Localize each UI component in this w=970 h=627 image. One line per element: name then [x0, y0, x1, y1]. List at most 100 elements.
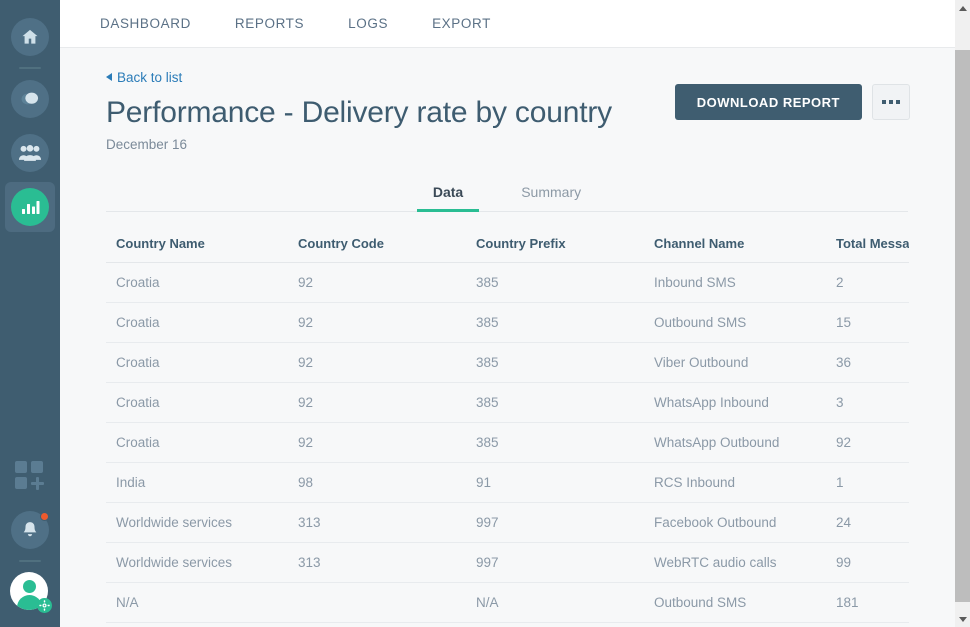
cell-country-name: Worldwide services	[106, 543, 288, 583]
cell-channel-name: Outbound SMS	[644, 303, 826, 343]
main-area: DASHBOARD REPORTS LOGS EXPORT Back to li…	[60, 0, 970, 627]
table-row[interactable]: India 98 91 RCS Inbound 1	[106, 463, 909, 503]
table-row[interactable]: Croatia 92 385 Outbound SMS 15	[106, 303, 909, 343]
cell-country-name: Worldwide services	[106, 503, 288, 543]
cell-total-messages: 3	[826, 383, 909, 423]
sidebar-item-apps[interactable]	[5, 451, 55, 501]
cell-country-name: Croatia	[106, 343, 288, 383]
cell-country-prefix: 385	[466, 303, 644, 343]
cell-country-name: India	[106, 463, 288, 503]
cell-total-messages: 99	[826, 543, 909, 583]
col-total-messages[interactable]: Total Messa	[826, 224, 909, 263]
cell-country-prefix: 385	[466, 343, 644, 383]
cell-total-messages: 1	[826, 463, 909, 503]
cell-channel-name: Inbound SMS	[644, 263, 826, 303]
cell-channel-name: Viber Outbound	[644, 343, 826, 383]
sidebar-item-contacts[interactable]	[5, 128, 55, 178]
table-row[interactable]: Croatia 92 385 WhatsApp Outbound 92	[106, 423, 909, 463]
app-root: DASHBOARD REPORTS LOGS EXPORT Back to li…	[0, 0, 970, 627]
sidebar-item-notifications[interactable]	[5, 505, 55, 555]
sidebar-item-account[interactable]	[5, 567, 55, 617]
dot-3	[896, 100, 900, 104]
chat-bubble-icon	[11, 80, 49, 118]
col-country-code[interactable]: Country Code	[288, 224, 466, 263]
table-body: Croatia 92 385 Inbound SMS 2 Croatia 92 …	[106, 263, 909, 627]
cell-country-code: 313	[288, 543, 466, 583]
table-head: Country Name Country Code Country Prefix…	[106, 224, 909, 263]
sidebar-item-conversations[interactable]	[5, 74, 55, 124]
cell-country-name: Croatia	[106, 423, 288, 463]
gear-icon	[37, 598, 52, 613]
cell-country-name: N/A	[106, 623, 288, 627]
table-row[interactable]: Worldwide services 313 997 WebRTC audio …	[106, 543, 909, 583]
topnav-item-dashboard[interactable]: DASHBOARD	[100, 16, 191, 31]
chevron-left-icon	[106, 73, 112, 81]
col-channel-name[interactable]: Channel Name	[644, 224, 826, 263]
page-content: Back to list Performance - Delivery rate…	[60, 48, 970, 627]
download-report-button[interactable]: DOWNLOAD REPORT	[675, 84, 862, 120]
cell-country-code: 98	[288, 463, 466, 503]
table-row[interactable]: Croatia 92 385 WhatsApp Inbound 3	[106, 383, 909, 423]
page-header: Back to list Performance - Delivery rate…	[106, 68, 970, 152]
title-block: Back to list Performance - Delivery rate…	[106, 68, 675, 152]
cell-total-messages: 92	[826, 423, 909, 463]
avatar	[10, 572, 50, 612]
cell-total-messages: 24	[826, 503, 909, 543]
scroll-up-arrow-icon[interactable]	[955, 0, 970, 16]
cell-country-code: 92	[288, 303, 466, 343]
tab-summary[interactable]: Summary	[505, 174, 597, 212]
bell-icon	[11, 511, 49, 549]
cell-channel-name: WhatsApp Inbound	[644, 383, 826, 423]
cell-country-prefix: 91	[466, 463, 644, 503]
sidebar-bottom-group	[0, 449, 60, 627]
cell-total-messages: 181	[826, 583, 909, 623]
home-icon	[11, 18, 49, 56]
col-country-prefix[interactable]: Country Prefix	[466, 224, 644, 263]
dot-2	[889, 100, 893, 104]
cell-country-name: Croatia	[106, 303, 288, 343]
col-country-name[interactable]: Country Name	[106, 224, 288, 263]
cell-country-prefix: 385	[466, 383, 644, 423]
sidebar-divider	[19, 67, 41, 69]
page-title: Performance - Delivery rate by country	[106, 96, 675, 129]
table-row[interactable]: Worldwide services 313 997 Facebook Outb…	[106, 503, 909, 543]
page-vertical-scrollbar[interactable]	[955, 0, 970, 627]
table-row[interactable]: Croatia 92 385 Viber Outbound 36	[106, 343, 909, 383]
grid-plus-icon	[15, 461, 45, 491]
cell-country-prefix: 385	[466, 263, 644, 303]
cell-country-code	[288, 623, 466, 627]
cell-channel-name: WhatsApp Outbound	[644, 623, 826, 627]
tab-data[interactable]: Data	[417, 174, 479, 212]
topnav-item-logs[interactable]: LOGS	[348, 16, 388, 31]
cell-country-code: 92	[288, 383, 466, 423]
sidebar-item-analytics[interactable]	[5, 182, 55, 232]
back-to-list-label: Back to list	[117, 70, 182, 85]
table-row[interactable]: Croatia 92 385 Inbound SMS 2	[106, 263, 909, 303]
table-header-row: Country Name Country Code Country Prefix…	[106, 224, 909, 263]
table-row[interactable]: N/A N/A WhatsApp Outbound 12	[106, 623, 909, 627]
data-table: Country Name Country Code Country Prefix…	[106, 224, 909, 627]
cell-channel-name: Facebook Outbound	[644, 503, 826, 543]
cell-total-messages: 2	[826, 263, 909, 303]
cell-channel-name: Outbound SMS	[644, 583, 826, 623]
cell-total-messages: 36	[826, 343, 909, 383]
cell-channel-name: WhatsApp Outbound	[644, 423, 826, 463]
table-row[interactable]: N/A N/A Outbound SMS 181	[106, 583, 909, 623]
topnav-item-export[interactable]: EXPORT	[432, 16, 491, 31]
back-to-list-link[interactable]: Back to list	[106, 70, 182, 85]
scroll-down-arrow-icon[interactable]	[955, 611, 970, 627]
cell-country-name: N/A	[106, 583, 288, 623]
cell-country-prefix: N/A	[466, 583, 644, 623]
cell-country-code: 92	[288, 263, 466, 303]
page-subtitle: December 16	[106, 137, 675, 152]
cell-country-name: Croatia	[106, 383, 288, 423]
top-navigation: DASHBOARD REPORTS LOGS EXPORT	[60, 0, 970, 48]
bar-chart-icon	[11, 188, 49, 226]
people-icon	[11, 134, 49, 172]
sidebar-top-group	[5, 0, 55, 234]
vscroll-thumb[interactable]	[955, 50, 970, 602]
sidebar-item-home[interactable]	[5, 12, 55, 62]
more-options-button[interactable]	[872, 84, 910, 120]
topnav-item-reports[interactable]: REPORTS	[235, 16, 304, 31]
header-actions: DOWNLOAD REPORT	[675, 68, 970, 120]
